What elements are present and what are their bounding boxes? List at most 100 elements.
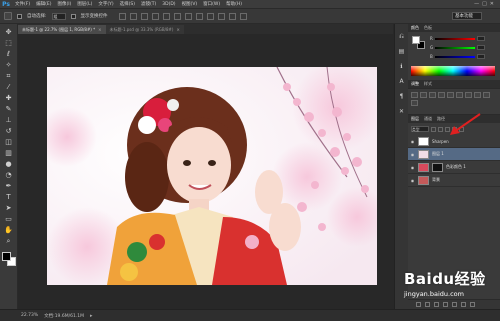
- tab-swatches[interactable]: 色板: [424, 25, 432, 31]
- eyedropper-icon[interactable]: ⁄: [3, 83, 15, 92]
- tools-cross-icon[interactable]: ✕: [397, 107, 406, 116]
- distribute-hcenter-icon[interactable]: [228, 12, 236, 20]
- menu-edit[interactable]: 编辑(E): [33, 1, 54, 7]
- history-icon[interactable]: ⎌: [397, 32, 406, 41]
- close-button[interactable]: ✕: [490, 1, 494, 7]
- photo-filter-icon[interactable]: [483, 92, 490, 98]
- tab-layers[interactable]: 图层: [411, 116, 419, 122]
- hue-saturation-icon[interactable]: [456, 92, 463, 98]
- close-icon[interactable]: ×: [98, 27, 101, 32]
- menu-select[interactable]: 选择(S): [117, 1, 138, 7]
- magic-wand-icon[interactable]: ✧: [3, 61, 15, 70]
- curves-icon[interactable]: [429, 92, 436, 98]
- eraser-icon[interactable]: ◫: [3, 138, 15, 147]
- menu-file[interactable]: 文件(F): [12, 1, 33, 7]
- maximize-button[interactable]: □: [482, 1, 487, 7]
- blue-value-field[interactable]: [476, 54, 485, 59]
- crop-icon[interactable]: ⌗: [3, 72, 15, 81]
- minimize-button[interactable]: —: [474, 1, 479, 7]
- info-icon[interactable]: ℹ: [397, 62, 406, 71]
- workspace-dropdown[interactable]: 基本功能: [452, 12, 482, 20]
- tab-styles[interactable]: 样式: [424, 81, 432, 87]
- dodge-icon[interactable]: ◔: [3, 171, 15, 180]
- menu-filter[interactable]: 滤镜(T): [138, 1, 159, 7]
- align-bottom-icon[interactable]: [140, 12, 148, 20]
- vibrance-icon[interactable]: [447, 92, 454, 98]
- lasso-icon[interactable]: ℓ: [3, 50, 15, 59]
- document-tab[interactable]: 未标题-1 @ 22.7% (图层 1, RGB/8#) * ×: [18, 25, 106, 34]
- layer-row[interactable]: ◉ 图层 1: [408, 148, 500, 161]
- black-white-icon[interactable]: [474, 92, 481, 98]
- canvas-area[interactable]: [18, 34, 393, 309]
- align-hcenter-icon[interactable]: [162, 12, 170, 20]
- gradient-icon[interactable]: ▥: [3, 149, 15, 158]
- red-slider[interactable]: [434, 37, 475, 40]
- zoom-icon[interactable]: ⌕: [3, 237, 15, 246]
- exposure-icon[interactable]: [438, 92, 445, 98]
- brush-icon[interactable]: ✎: [3, 105, 15, 114]
- eye-icon[interactable]: ◉: [410, 139, 415, 144]
- zoom-level[interactable]: 22.73%: [21, 313, 38, 318]
- document-tab[interactable]: 未标题-1.psd @ 33.3% (RGB/8#) ×: [105, 25, 184, 34]
- menu-image[interactable]: 图像(I): [54, 1, 74, 7]
- channel-mixer-icon[interactable]: [411, 100, 418, 106]
- paragraph-icon[interactable]: ¶: [397, 92, 406, 101]
- align-right-icon[interactable]: [173, 12, 181, 20]
- menu-type[interactable]: 文字(Y): [95, 1, 116, 7]
- filter-adjust-icon[interactable]: [438, 126, 443, 132]
- menu-view[interactable]: 视图(V): [179, 1, 201, 7]
- filter-pixel-icon[interactable]: [431, 126, 436, 132]
- panel-foreground-swatch[interactable]: [412, 36, 420, 44]
- move-tool-preset-icon[interactable]: [4, 12, 12, 20]
- properties-icon[interactable]: ▤: [397, 47, 406, 56]
- hand-icon[interactable]: ✋: [3, 226, 15, 235]
- show-transform-checkbox[interactable]: [70, 13, 76, 19]
- layer-row[interactable]: ◉ Sharpen: [408, 135, 500, 148]
- tab-adjustments[interactable]: 调整: [411, 81, 419, 87]
- eye-icon[interactable]: ◉: [410, 165, 415, 170]
- blur-icon[interactable]: ●: [3, 160, 15, 169]
- menu-3d[interactable]: 3D(D): [159, 2, 178, 7]
- foreground-color-swatch[interactable]: [1, 252, 11, 261]
- pen-icon[interactable]: ✒: [3, 182, 15, 191]
- layer-row[interactable]: ◉ 背景: [408, 174, 500, 187]
- distribute-top-icon[interactable]: [184, 12, 192, 20]
- path-select-icon[interactable]: ➤: [3, 204, 15, 213]
- eye-icon[interactable]: ◉: [410, 152, 415, 157]
- type-icon[interactable]: T: [3, 193, 15, 202]
- brightness-icon[interactable]: [411, 92, 418, 98]
- layer-row[interactable]: ◉ 色彩颜色 1: [408, 161, 500, 174]
- auto-select-checkbox[interactable]: [17, 13, 22, 19]
- distribute-right-icon[interactable]: [239, 12, 247, 20]
- eye-icon[interactable]: ◉: [410, 178, 415, 183]
- tab-channels[interactable]: 通道: [424, 116, 432, 122]
- align-vcenter-icon[interactable]: [129, 12, 137, 20]
- distribute-vcenter-icon[interactable]: [195, 12, 203, 20]
- blue-slider[interactable]: [434, 55, 475, 58]
- menu-layer[interactable]: 图层(L): [74, 1, 95, 7]
- menu-help[interactable]: 帮助(H): [223, 1, 245, 7]
- distribute-bottom-icon[interactable]: [206, 12, 214, 20]
- close-icon[interactable]: ×: [176, 27, 179, 32]
- tab-color[interactable]: 颜色: [411, 25, 419, 31]
- document-canvas[interactable]: [47, 67, 377, 285]
- levels-icon[interactable]: [420, 92, 427, 98]
- align-top-icon[interactable]: [118, 12, 126, 20]
- shape-icon[interactable]: ▭: [3, 215, 15, 224]
- green-value-field[interactable]: [477, 45, 486, 50]
- align-left-icon[interactable]: [151, 12, 159, 20]
- red-value-field[interactable]: [476, 36, 485, 41]
- chevron-right-icon[interactable]: ▸: [90, 313, 93, 319]
- layer-kind-dropdown[interactable]: 类型: [411, 126, 429, 132]
- marquee-icon[interactable]: ⬚: [3, 39, 15, 48]
- healing-brush-icon[interactable]: ✚: [3, 94, 15, 103]
- color-spectrum[interactable]: [411, 66, 495, 76]
- character-icon[interactable]: A: [397, 77, 406, 86]
- clone-stamp-icon[interactable]: ⊥: [3, 116, 15, 125]
- move-icon[interactable]: ✥: [3, 28, 15, 37]
- menu-window[interactable]: 窗口(W): [200, 1, 223, 7]
- tab-paths[interactable]: 路径: [437, 116, 445, 122]
- history-brush-icon[interactable]: ↺: [3, 127, 15, 136]
- color-balance-icon[interactable]: [465, 92, 472, 98]
- distribute-left-icon[interactable]: [217, 12, 225, 20]
